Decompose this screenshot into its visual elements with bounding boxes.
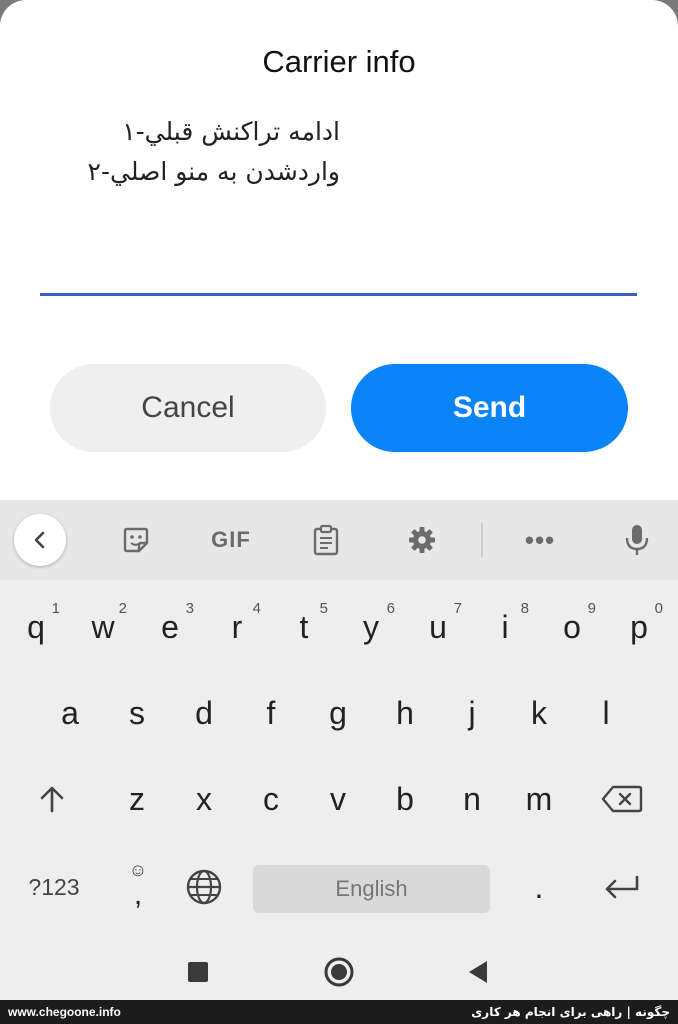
key-label: i	[501, 608, 509, 645]
toolbar-divider	[481, 522, 483, 558]
key-l[interactable]: l	[574, 678, 638, 748]
cancel-button[interactable]: Cancel	[50, 364, 326, 452]
recents-icon[interactable]	[178, 952, 218, 992]
clipboard-icon[interactable]	[300, 514, 352, 566]
key-y[interactable]: y6	[339, 592, 403, 662]
backspace-key[interactable]	[590, 764, 654, 834]
key-label: p	[630, 608, 648, 645]
more-options-icon[interactable]: •••	[514, 514, 566, 566]
key-hint: 7	[453, 600, 462, 617]
key-hint: 5	[319, 600, 328, 617]
key-label: o	[563, 608, 581, 645]
keyboard: GIF ••• q 1 w 2 e 3 r 4 t 5 y 6 u 7 i 8 …	[0, 500, 678, 942]
key-h[interactable]: h	[373, 678, 437, 748]
key-label: t	[299, 608, 309, 645]
ussd-message: ادامه تراکنش قبلي-۱ واردشدن به منو اصلي-…	[60, 112, 340, 192]
key-i[interactable]: i8	[473, 592, 537, 662]
key-label: e	[161, 608, 179, 645]
sticker-icon[interactable]	[110, 514, 162, 566]
key-g[interactable]: g	[306, 678, 370, 748]
key-v[interactable]: v	[306, 764, 370, 834]
comma-label: ,	[133, 878, 143, 911]
key-label: y	[363, 608, 379, 645]
key-x[interactable]: x	[172, 764, 236, 834]
key-label: w	[91, 608, 115, 645]
watermark-url: www.chegoone.info	[8, 1005, 121, 1019]
send-button[interactable]: Send	[351, 364, 628, 452]
key-c[interactable]: c	[239, 764, 303, 834]
navigation-bar	[0, 942, 678, 1000]
key-d[interactable]: d	[172, 678, 236, 748]
key-hint: 1	[51, 600, 60, 617]
key-b[interactable]: b	[373, 764, 437, 834]
key-u[interactable]: u7	[406, 592, 470, 662]
key-k[interactable]: k	[507, 678, 571, 748]
key-e[interactable]: e3	[138, 592, 202, 662]
key-hint: 9	[587, 600, 596, 617]
dialog-title: Carrier info	[262, 44, 416, 79]
key-hint: 4	[252, 600, 261, 617]
key-a[interactable]: a	[38, 678, 102, 748]
message-line-2: واردشدن به منو اصلي-۲	[87, 157, 340, 186]
key-m[interactable]: m	[507, 764, 571, 834]
key-hint: 6	[386, 600, 395, 617]
key-hint: 3	[185, 600, 194, 617]
key-label: q	[27, 608, 45, 645]
key-p[interactable]: p0	[607, 592, 671, 662]
back-icon[interactable]	[458, 952, 498, 992]
chevron-left-icon[interactable]	[14, 514, 66, 566]
key-hint: 0	[654, 600, 663, 617]
enter-key[interactable]	[590, 852, 654, 922]
space-bar[interactable]: English	[253, 865, 490, 913]
enter-arrow-icon	[605, 875, 639, 899]
backspace-icon	[601, 785, 643, 813]
key-j[interactable]: j	[440, 678, 504, 748]
key-s[interactable]: s	[105, 678, 169, 748]
watermark-tagline: چگونه | راهی برای انجام هر کاری	[471, 1005, 670, 1019]
key-n[interactable]: n	[440, 764, 504, 834]
key-label: u	[429, 608, 447, 645]
key-f[interactable]: f	[239, 678, 303, 748]
key-z[interactable]: z	[105, 764, 169, 834]
key-r[interactable]: r4	[205, 592, 269, 662]
key-w[interactable]: w2	[71, 592, 135, 662]
symbols-key[interactable]: ?123	[14, 852, 94, 922]
shift-arrow-icon	[40, 786, 64, 813]
keyboard-toolbar: GIF •••	[0, 500, 678, 580]
key-hint: 8	[520, 600, 529, 617]
home-icon[interactable]	[319, 952, 359, 992]
period-key[interactable]: .	[507, 852, 571, 922]
watermark-bar: www.chegoone.info چگونه | راهی برای انجا…	[0, 1000, 678, 1024]
key-t[interactable]: t5	[272, 592, 336, 662]
shift-key[interactable]	[20, 764, 84, 834]
microphone-icon[interactable]	[611, 514, 663, 566]
key-hint: 2	[118, 600, 127, 617]
carrier-info-dialog: Carrier info ادامه تراکنش قبلي-۱ واردشدن…	[0, 0, 678, 500]
key-q[interactable]: q1	[4, 592, 68, 662]
message-line-1: ادامه تراکنش قبلي-۱	[122, 117, 340, 146]
gear-icon[interactable]	[396, 514, 448, 566]
key-label: r	[231, 608, 243, 645]
comma-key[interactable]: ☺ ,	[106, 852, 170, 922]
reply-input[interactable]	[40, 250, 637, 296]
gif-button[interactable]: GIF	[205, 514, 257, 566]
globe-icon[interactable]	[172, 852, 236, 922]
key-o[interactable]: o9	[540, 592, 604, 662]
